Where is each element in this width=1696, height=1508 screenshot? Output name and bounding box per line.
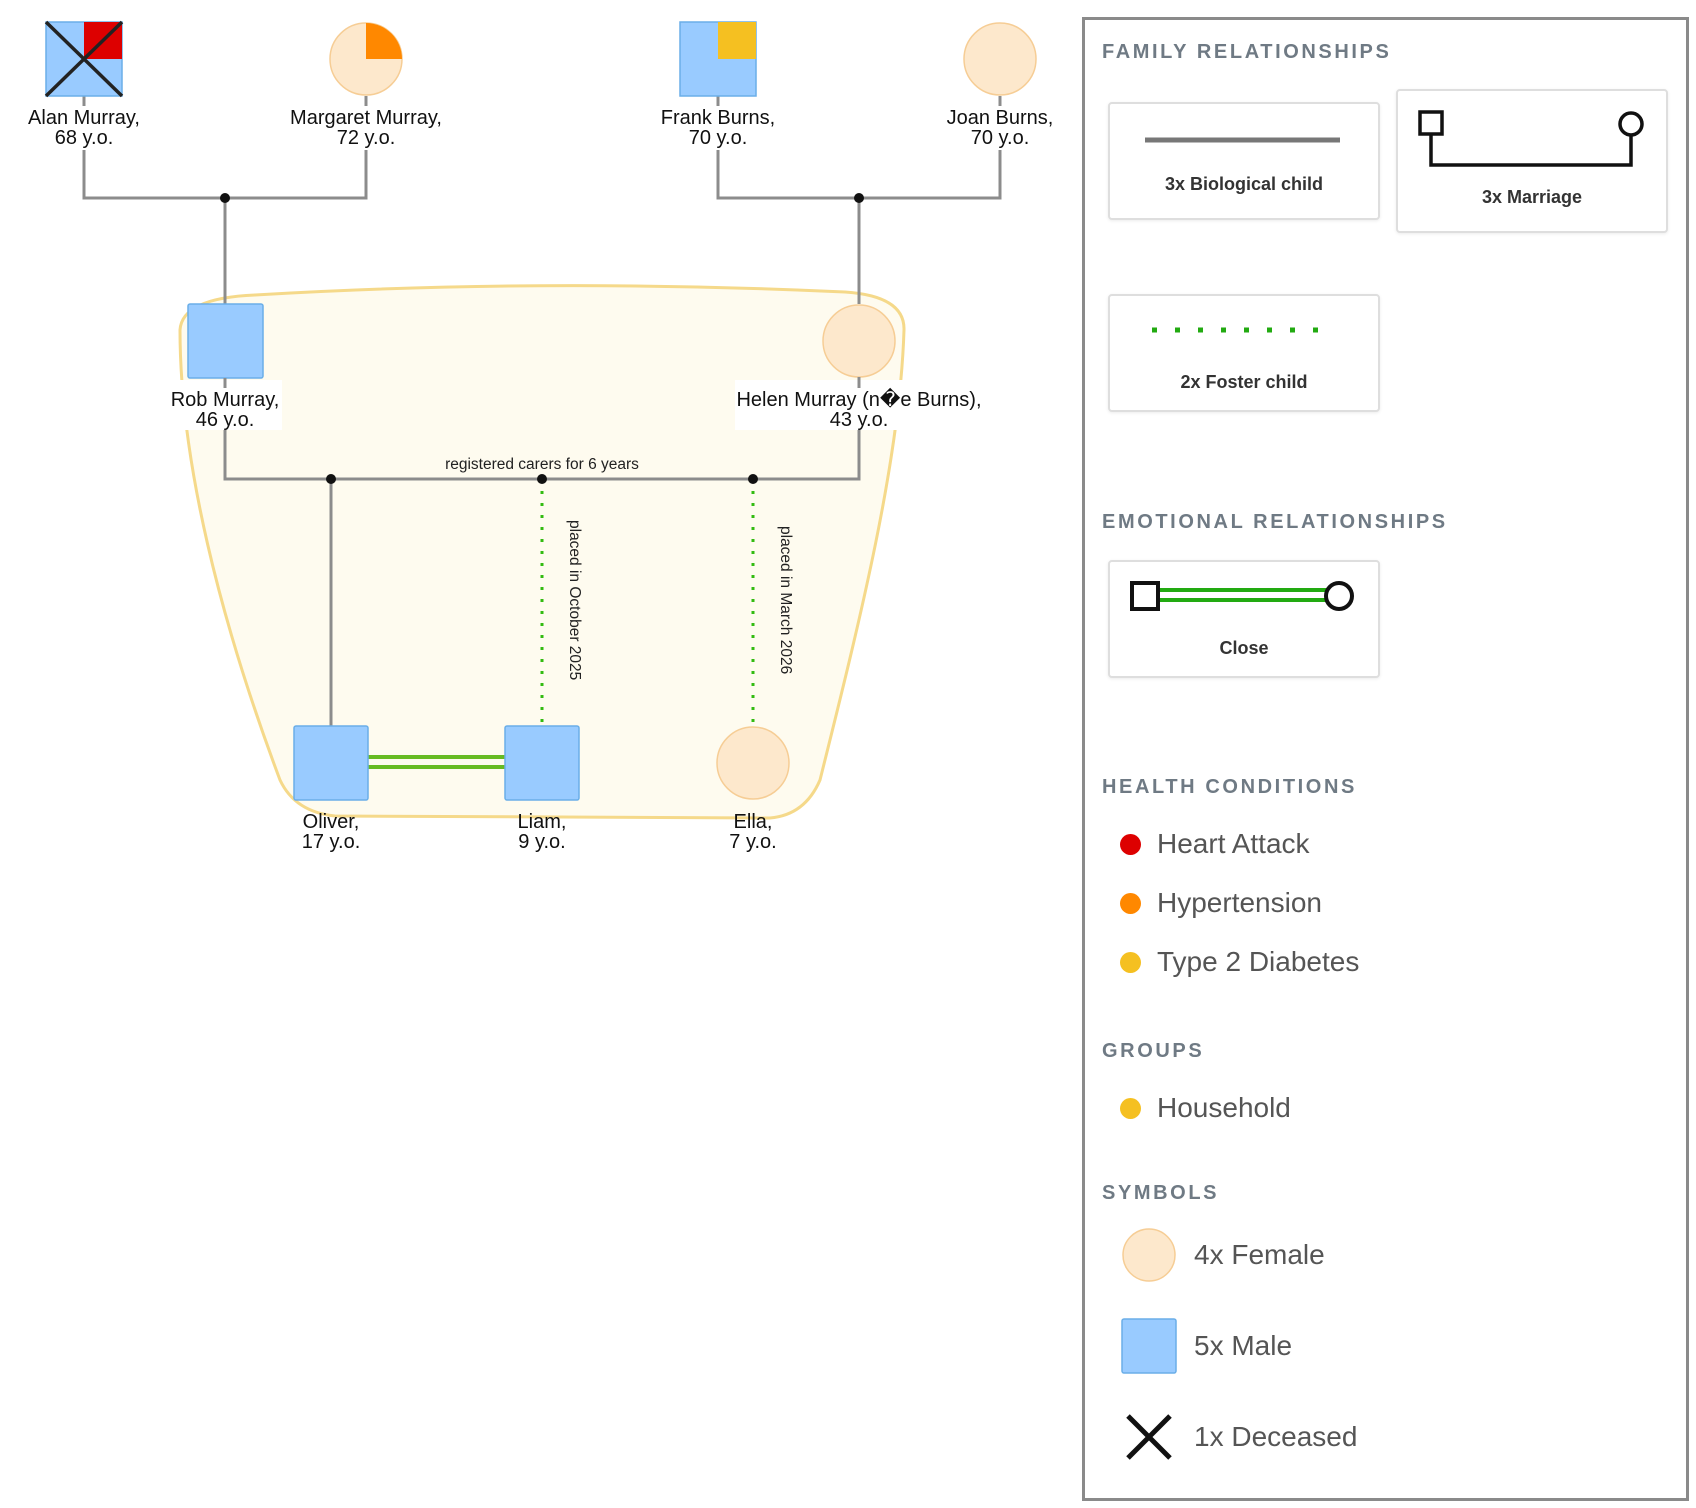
female-symbol	[716, 726, 790, 800]
legend-item-heart-attack[interactable]: Heart Attack	[1120, 828, 1310, 860]
legend-item-label: Hypertension	[1157, 887, 1322, 918]
person-name: Ella,	[734, 811, 773, 833]
female-symbol	[963, 22, 1037, 96]
legend-symbol-male[interactable]: 5x Male	[1120, 1317, 1292, 1375]
legend-card-label: 3x Biological child	[1164, 174, 1324, 194]
heart-attack-dot-icon	[1120, 833, 1141, 855]
person-name: Liam,	[518, 811, 567, 833]
legend-card-close[interactable]: Close	[1108, 560, 1380, 678]
groups-heading: GROUPS	[1102, 1040, 1205, 1062]
junction-dot	[537, 474, 547, 484]
junction-dot	[854, 193, 864, 203]
person-age: 43 y.o.	[830, 409, 889, 431]
marriage-line-alan-margaret[interactable]	[82, 150, 368, 200]
ella-placement-label: placed in March 2026	[777, 526, 794, 674]
person-age: 46 y.o.	[196, 409, 255, 431]
legend-item-label: Type 2 Diabetes	[1157, 946, 1360, 977]
legend-item-label: Household	[1157, 1092, 1291, 1123]
person-age: 72 y.o.	[337, 127, 396, 149]
female-symbol	[822, 304, 896, 378]
female-symbol-icon	[1122, 1228, 1176, 1282]
liam-placement-label: placed in October 2025	[566, 520, 583, 680]
person-age: 70 y.o.	[689, 127, 748, 149]
family-relationships-heading: FAMILY RELATIONSHIPS	[1102, 41, 1392, 63]
male-symbol	[293, 725, 369, 801]
person-name: Margaret Murray,	[290, 107, 442, 129]
legend-card-label: 2x Foster child	[1180, 372, 1308, 392]
person-name: Alan Murray,	[28, 107, 140, 129]
person-age: 70 y.o.	[971, 127, 1030, 149]
genogram-diagram: registered carers for 6 years placed in …	[28, 20, 1054, 853]
legend-card-label: Close	[1219, 638, 1269, 658]
marriage-line-icon	[1418, 110, 1644, 167]
person-oliver[interactable]: Oliver, 17 y.o.	[293, 725, 369, 853]
type2-diabetes-marker	[718, 22, 756, 59]
legend-card-label: 3x Marriage	[1481, 187, 1583, 207]
person-age: 7 y.o.	[729, 831, 776, 853]
marriage-line-frank-joan[interactable]	[716, 150, 1002, 200]
legend-symbol-label: 4x Female	[1194, 1239, 1325, 1270]
emotional-relationships-heading: EMOTIONAL RELATIONSHIPS	[1102, 511, 1448, 533]
type2-diabetes-dot-icon	[1120, 951, 1141, 973]
hypertension-marker	[366, 23, 402, 59]
legend-card-marriage[interactable]: 3x Marriage	[1396, 89, 1668, 233]
legend-card-foster-child[interactable]: 2x Foster child	[1108, 294, 1380, 412]
deceased-cross-icon	[1126, 1414, 1172, 1460]
person-joan-burns[interactable]: Joan Burns, 70 y.o.	[947, 22, 1054, 149]
junction-dot	[748, 474, 758, 484]
person-name: Oliver,	[303, 811, 360, 833]
person-liam[interactable]: Liam, 9 y.o.	[504, 725, 580, 853]
male-symbol-icon	[1121, 1318, 1177, 1374]
biological-child-line-icon	[1145, 137, 1340, 143]
person-name: Helen Murray (n�e Burns),	[736, 387, 981, 411]
legend-item-hypertension[interactable]: Hypertension	[1120, 887, 1322, 919]
health-conditions-heading: HEALTH CONDITIONS	[1102, 776, 1357, 798]
legend-item-type2-diabetes[interactable]: Type 2 Diabetes	[1120, 946, 1359, 978]
legend-item-household[interactable]: Household	[1120, 1092, 1291, 1124]
symbols-heading: SYMBOLS	[1102, 1182, 1220, 1204]
legend-card-biological-child[interactable]: 3x Biological child	[1108, 102, 1380, 220]
legend-symbol-female[interactable]: 4x Female	[1120, 1226, 1325, 1284]
junction-dot	[326, 474, 336, 484]
person-age: 9 y.o.	[518, 831, 565, 853]
male-symbol	[504, 725, 580, 801]
person-age: 17 y.o.	[302, 831, 361, 853]
male-symbol	[187, 303, 264, 379]
household-dot-icon	[1120, 1097, 1141, 1119]
person-name: Frank Burns,	[661, 107, 775, 129]
person-frank-burns[interactable]: Frank Burns, 70 y.o.	[661, 21, 775, 149]
legend-item-label: Heart Attack	[1157, 828, 1310, 859]
person-name: Joan Burns,	[947, 107, 1054, 129]
person-margaret-murray[interactable]: Margaret Murray, 72 y.o.	[290, 22, 442, 149]
legend-symbol-label: 5x Male	[1194, 1330, 1293, 1361]
legend-symbol-deceased[interactable]: 1x Deceased	[1120, 1408, 1357, 1466]
carers-label: registered carers for 6 years	[445, 456, 639, 473]
person-name: Rob Murray,	[171, 389, 280, 411]
legend-panel: FAMILY RELATIONSHIPS 3x Biological child…	[1082, 17, 1689, 1501]
hypertension-dot-icon	[1120, 892, 1141, 914]
junction-dot	[220, 193, 230, 203]
legend-symbol-label: 1x Deceased	[1194, 1421, 1358, 1452]
person-age: 68 y.o.	[55, 127, 114, 149]
person-alan-murray[interactable]: Alan Murray, 68 y.o.	[28, 20, 140, 149]
